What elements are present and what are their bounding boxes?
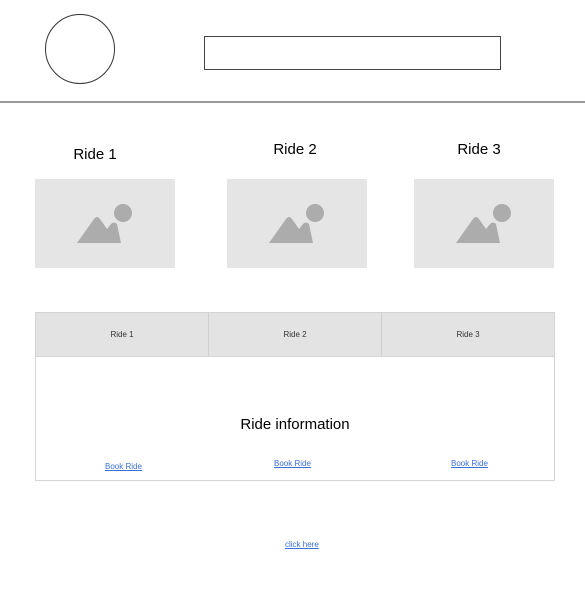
- image-placeholder-icon: [456, 204, 511, 243]
- tab-bar: Ride 1 Ride 2 Ride 3: [36, 313, 554, 357]
- book-ride-link-1[interactable]: Book Ride: [105, 462, 142, 471]
- image-placeholder-icon: [77, 204, 132, 243]
- search-input[interactable]: [204, 36, 501, 70]
- tab-ride-2[interactable]: Ride 2: [209, 313, 382, 356]
- image-placeholder-icon: [269, 204, 324, 243]
- click-here-link[interactable]: click here: [285, 540, 319, 549]
- ride-card-title-1: Ride 1: [73, 146, 117, 163]
- header-divider: [0, 101, 585, 103]
- tab-label: Ride 3: [456, 330, 480, 339]
- book-ride-link-2[interactable]: Book Ride: [274, 459, 311, 468]
- page: Ride 1 Ride 2 Ride 3 Ride 1 Ride 2 Ride …: [0, 0, 585, 606]
- ride-card-image-1[interactable]: [35, 179, 175, 268]
- ride-card-image-2[interactable]: [227, 179, 367, 268]
- ride-tab-panel: Ride 1 Ride 2 Ride 3 Ride information Bo…: [35, 312, 555, 481]
- ride-card-title-2: Ride 2: [273, 141, 317, 158]
- tab-label: Ride 2: [283, 330, 307, 339]
- ride-card-title-3: Ride 3: [457, 141, 501, 158]
- tab-ride-1[interactable]: Ride 1: [36, 313, 209, 356]
- book-ride-link-3[interactable]: Book Ride: [451, 459, 488, 468]
- ride-information-heading: Ride information: [240, 416, 350, 433]
- tab-ride-3[interactable]: Ride 3: [382, 313, 554, 356]
- ride-card-image-3[interactable]: [414, 179, 554, 268]
- logo-circle[interactable]: [45, 14, 115, 84]
- tab-label: Ride 1: [110, 330, 134, 339]
